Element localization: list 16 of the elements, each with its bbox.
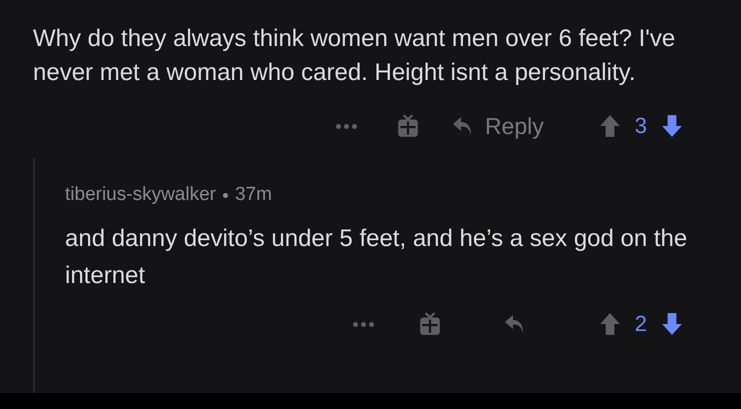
downvote-icon[interactable] <box>661 312 683 336</box>
more-icon[interactable] <box>352 322 374 326</box>
reply-button[interactable]: Reply <box>448 112 544 140</box>
more-icon[interactable] <box>336 124 357 128</box>
author-name[interactable]: tiberius-skywalker <box>65 184 216 206</box>
timestamp: 37m <box>234 184 272 206</box>
upvote-icon[interactable] <box>598 312 621 336</box>
comment-text: and danny devito’s under 5 feet, and he’s a sex god on the internet <box>65 224 688 291</box>
gift-icon[interactable] <box>418 312 441 336</box>
gift-icon[interactable] <box>396 114 419 138</box>
score: 2 <box>634 311 647 337</box>
comment-text: Why do they always think women want men over 6 feet? I've never met a woman who cared. Height isnt a personality. <box>33 24 676 88</box>
downvote-icon[interactable] <box>661 114 683 138</box>
separator-dot <box>222 192 228 198</box>
score: 3 <box>634 113 647 139</box>
upvote-icon[interactable] <box>598 114 621 138</box>
